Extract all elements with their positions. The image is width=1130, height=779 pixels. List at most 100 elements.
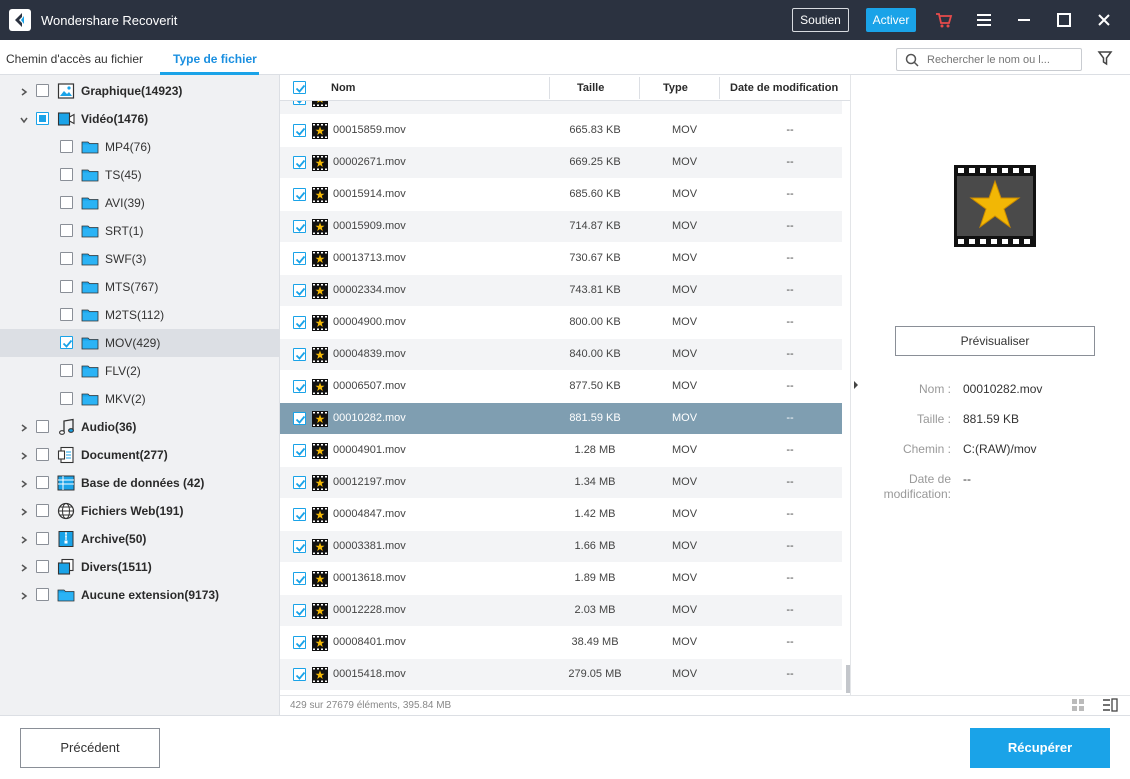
minimize-icon[interactable] <box>1014 10 1034 30</box>
column-header-date[interactable]: Date de modification <box>730 82 838 94</box>
tree-item-checkbox[interactable] <box>60 196 73 209</box>
maximize-icon[interactable] <box>1054 10 1074 30</box>
scrollbar-track[interactable] <box>842 101 850 695</box>
file-row-checkbox[interactable] <box>293 604 306 617</box>
tree-item[interactable]: MOV(429) <box>0 329 279 357</box>
file-row-checkbox[interactable] <box>293 101 306 105</box>
tree-item-checkbox[interactable] <box>60 364 73 377</box>
column-header-size[interactable]: Taille <box>577 82 604 94</box>
file-row-checkbox[interactable] <box>293 124 306 137</box>
tree-item-checkbox[interactable] <box>36 532 49 545</box>
file-row[interactable]: 00004847.mov 1.42 MB MOV -- <box>280 499 842 531</box>
tree-item-checkbox[interactable] <box>36 476 49 489</box>
tree-item-checkbox[interactable] <box>36 112 49 125</box>
file-row[interactable]: 00015418.mov 279.05 MB MOV -- <box>280 659 842 691</box>
tree-item-checkbox[interactable] <box>60 252 73 265</box>
tree-item-checkbox[interactable] <box>60 224 73 237</box>
tree-item[interactable]: Fichiers Web(191) <box>0 497 279 525</box>
tree-item[interactable]: MKV(2) <box>0 385 279 413</box>
file-row-checkbox[interactable] <box>293 380 306 393</box>
file-row-checkbox[interactable] <box>293 636 306 649</box>
file-row-checkbox[interactable] <box>293 476 306 489</box>
chevron-right-icon[interactable] <box>19 506 29 516</box>
chevron-right-icon[interactable] <box>19 562 29 572</box>
file-row-checkbox[interactable] <box>293 348 306 361</box>
select-all-checkbox[interactable] <box>293 81 306 94</box>
file-row[interactable]: 00013713.mov 730.67 KB MOV -- <box>280 243 842 275</box>
tree-item-checkbox[interactable] <box>36 84 49 97</box>
file-row-checkbox[interactable] <box>293 572 306 585</box>
tree-item-checkbox[interactable] <box>60 280 73 293</box>
file-row-checkbox[interactable] <box>293 668 306 681</box>
menu-icon[interactable] <box>974 10 994 30</box>
tree-item[interactable]: MTS(767) <box>0 273 279 301</box>
file-row-checkbox[interactable] <box>293 188 306 201</box>
chevron-right-icon[interactable] <box>19 534 29 544</box>
collapse-panel-icon[interactable] <box>850 375 860 395</box>
file-row[interactable]: 00002334.mov 743.81 KB MOV -- <box>280 275 842 307</box>
tree-item[interactable]: Divers(1511) <box>0 553 279 581</box>
tree-item-checkbox[interactable] <box>60 392 73 405</box>
file-row-checkbox[interactable] <box>293 252 306 265</box>
tree-item-checkbox[interactable] <box>36 560 49 573</box>
support-button[interactable]: Soutien <box>792 8 849 32</box>
tree-item[interactable]: FLV(2) <box>0 357 279 385</box>
tree-item[interactable]: Graphique(14923) <box>0 77 279 105</box>
tree-item-checkbox[interactable] <box>60 140 73 153</box>
tree-item[interactable]: TS(45) <box>0 161 279 189</box>
tab-file-type[interactable]: Type de fichier <box>173 52 257 66</box>
file-row[interactable]: 00012228.mov 2.03 MB MOV -- <box>280 595 842 627</box>
file-row-checkbox[interactable] <box>293 220 306 233</box>
tree-item[interactable]: M2TS(112) <box>0 301 279 329</box>
activate-button[interactable]: Activer <box>866 8 916 32</box>
tree-item-checkbox[interactable] <box>36 448 49 461</box>
file-row-checkbox[interactable] <box>293 540 306 553</box>
tree-item-checkbox[interactable] <box>60 308 73 321</box>
file-row-checkbox[interactable] <box>293 444 306 457</box>
tree-item-checkbox[interactable] <box>36 588 49 601</box>
chevron-right-icon[interactable] <box>19 86 29 96</box>
file-row-checkbox[interactable] <box>293 284 306 297</box>
file-row[interactable]: 00013618.mov 1.89 MB MOV -- <box>280 563 842 595</box>
filter-icon[interactable] <box>1097 50 1113 66</box>
grid-view-icon[interactable] <box>1071 698 1085 712</box>
back-button[interactable]: Précédent <box>20 728 160 768</box>
tab-file-path[interactable]: Chemin d'accès au fichier <box>6 52 143 66</box>
file-row[interactable]: 00015909.mov 714.87 KB MOV -- <box>280 211 842 243</box>
tree-item-checkbox[interactable] <box>60 336 73 349</box>
cart-icon[interactable] <box>934 10 954 30</box>
search-input[interactable] <box>927 52 1077 68</box>
search-field[interactable] <box>896 48 1082 71</box>
recover-button[interactable]: Récupérer <box>970 728 1110 768</box>
tree-item[interactable]: SWF(3) <box>0 245 279 273</box>
column-header-type[interactable]: Type <box>663 82 688 94</box>
chevron-right-icon[interactable] <box>19 450 29 460</box>
tree-item[interactable]: Vidéo(1476) <box>0 105 279 133</box>
tree-item[interactable]: Aucune extension(9173) <box>0 581 279 609</box>
file-row-checkbox[interactable] <box>293 316 306 329</box>
tree-item-checkbox[interactable] <box>36 504 49 517</box>
file-row[interactable]: 00015859.mov 665.83 KB MOV -- <box>280 115 842 147</box>
chevron-down-icon[interactable] <box>19 114 29 124</box>
column-header-name[interactable]: Nom <box>331 82 355 94</box>
chevron-right-icon[interactable] <box>19 478 29 488</box>
tree-item[interactable]: Base de données (42) <box>0 469 279 497</box>
tree-item[interactable]: MP4(76) <box>0 133 279 161</box>
file-row[interactable]: 00015914.mov 685.60 KB MOV -- <box>280 179 842 211</box>
file-row[interactable]: 00012197.mov 1.34 MB MOV -- <box>280 467 842 499</box>
list-view-icon[interactable] <box>1102 698 1118 712</box>
file-row[interactable]: 00006507.mov 877.50 KB MOV -- <box>280 371 842 403</box>
file-row[interactable]: 00004950.mov 624.26 KB MOV -- <box>280 101 842 115</box>
tree-item[interactable]: SRT(1) <box>0 217 279 245</box>
tree-item[interactable]: Archive(50) <box>0 525 279 553</box>
file-row[interactable]: 00002671.mov 669.25 KB MOV -- <box>280 147 842 179</box>
preview-button[interactable]: Prévisualiser <box>895 326 1095 356</box>
tree-item-checkbox[interactable] <box>60 168 73 181</box>
tree-item[interactable]: Document(277) <box>0 441 279 469</box>
file-row[interactable]: 00010282.mov 881.59 KB MOV -- <box>280 403 842 435</box>
file-row[interactable]: 00004901.mov 1.28 MB MOV -- <box>280 435 842 467</box>
tree-item-checkbox[interactable] <box>36 420 49 433</box>
tree-item[interactable]: AVI(39) <box>0 189 279 217</box>
file-row-checkbox[interactable] <box>293 412 306 425</box>
chevron-right-icon[interactable] <box>19 590 29 600</box>
